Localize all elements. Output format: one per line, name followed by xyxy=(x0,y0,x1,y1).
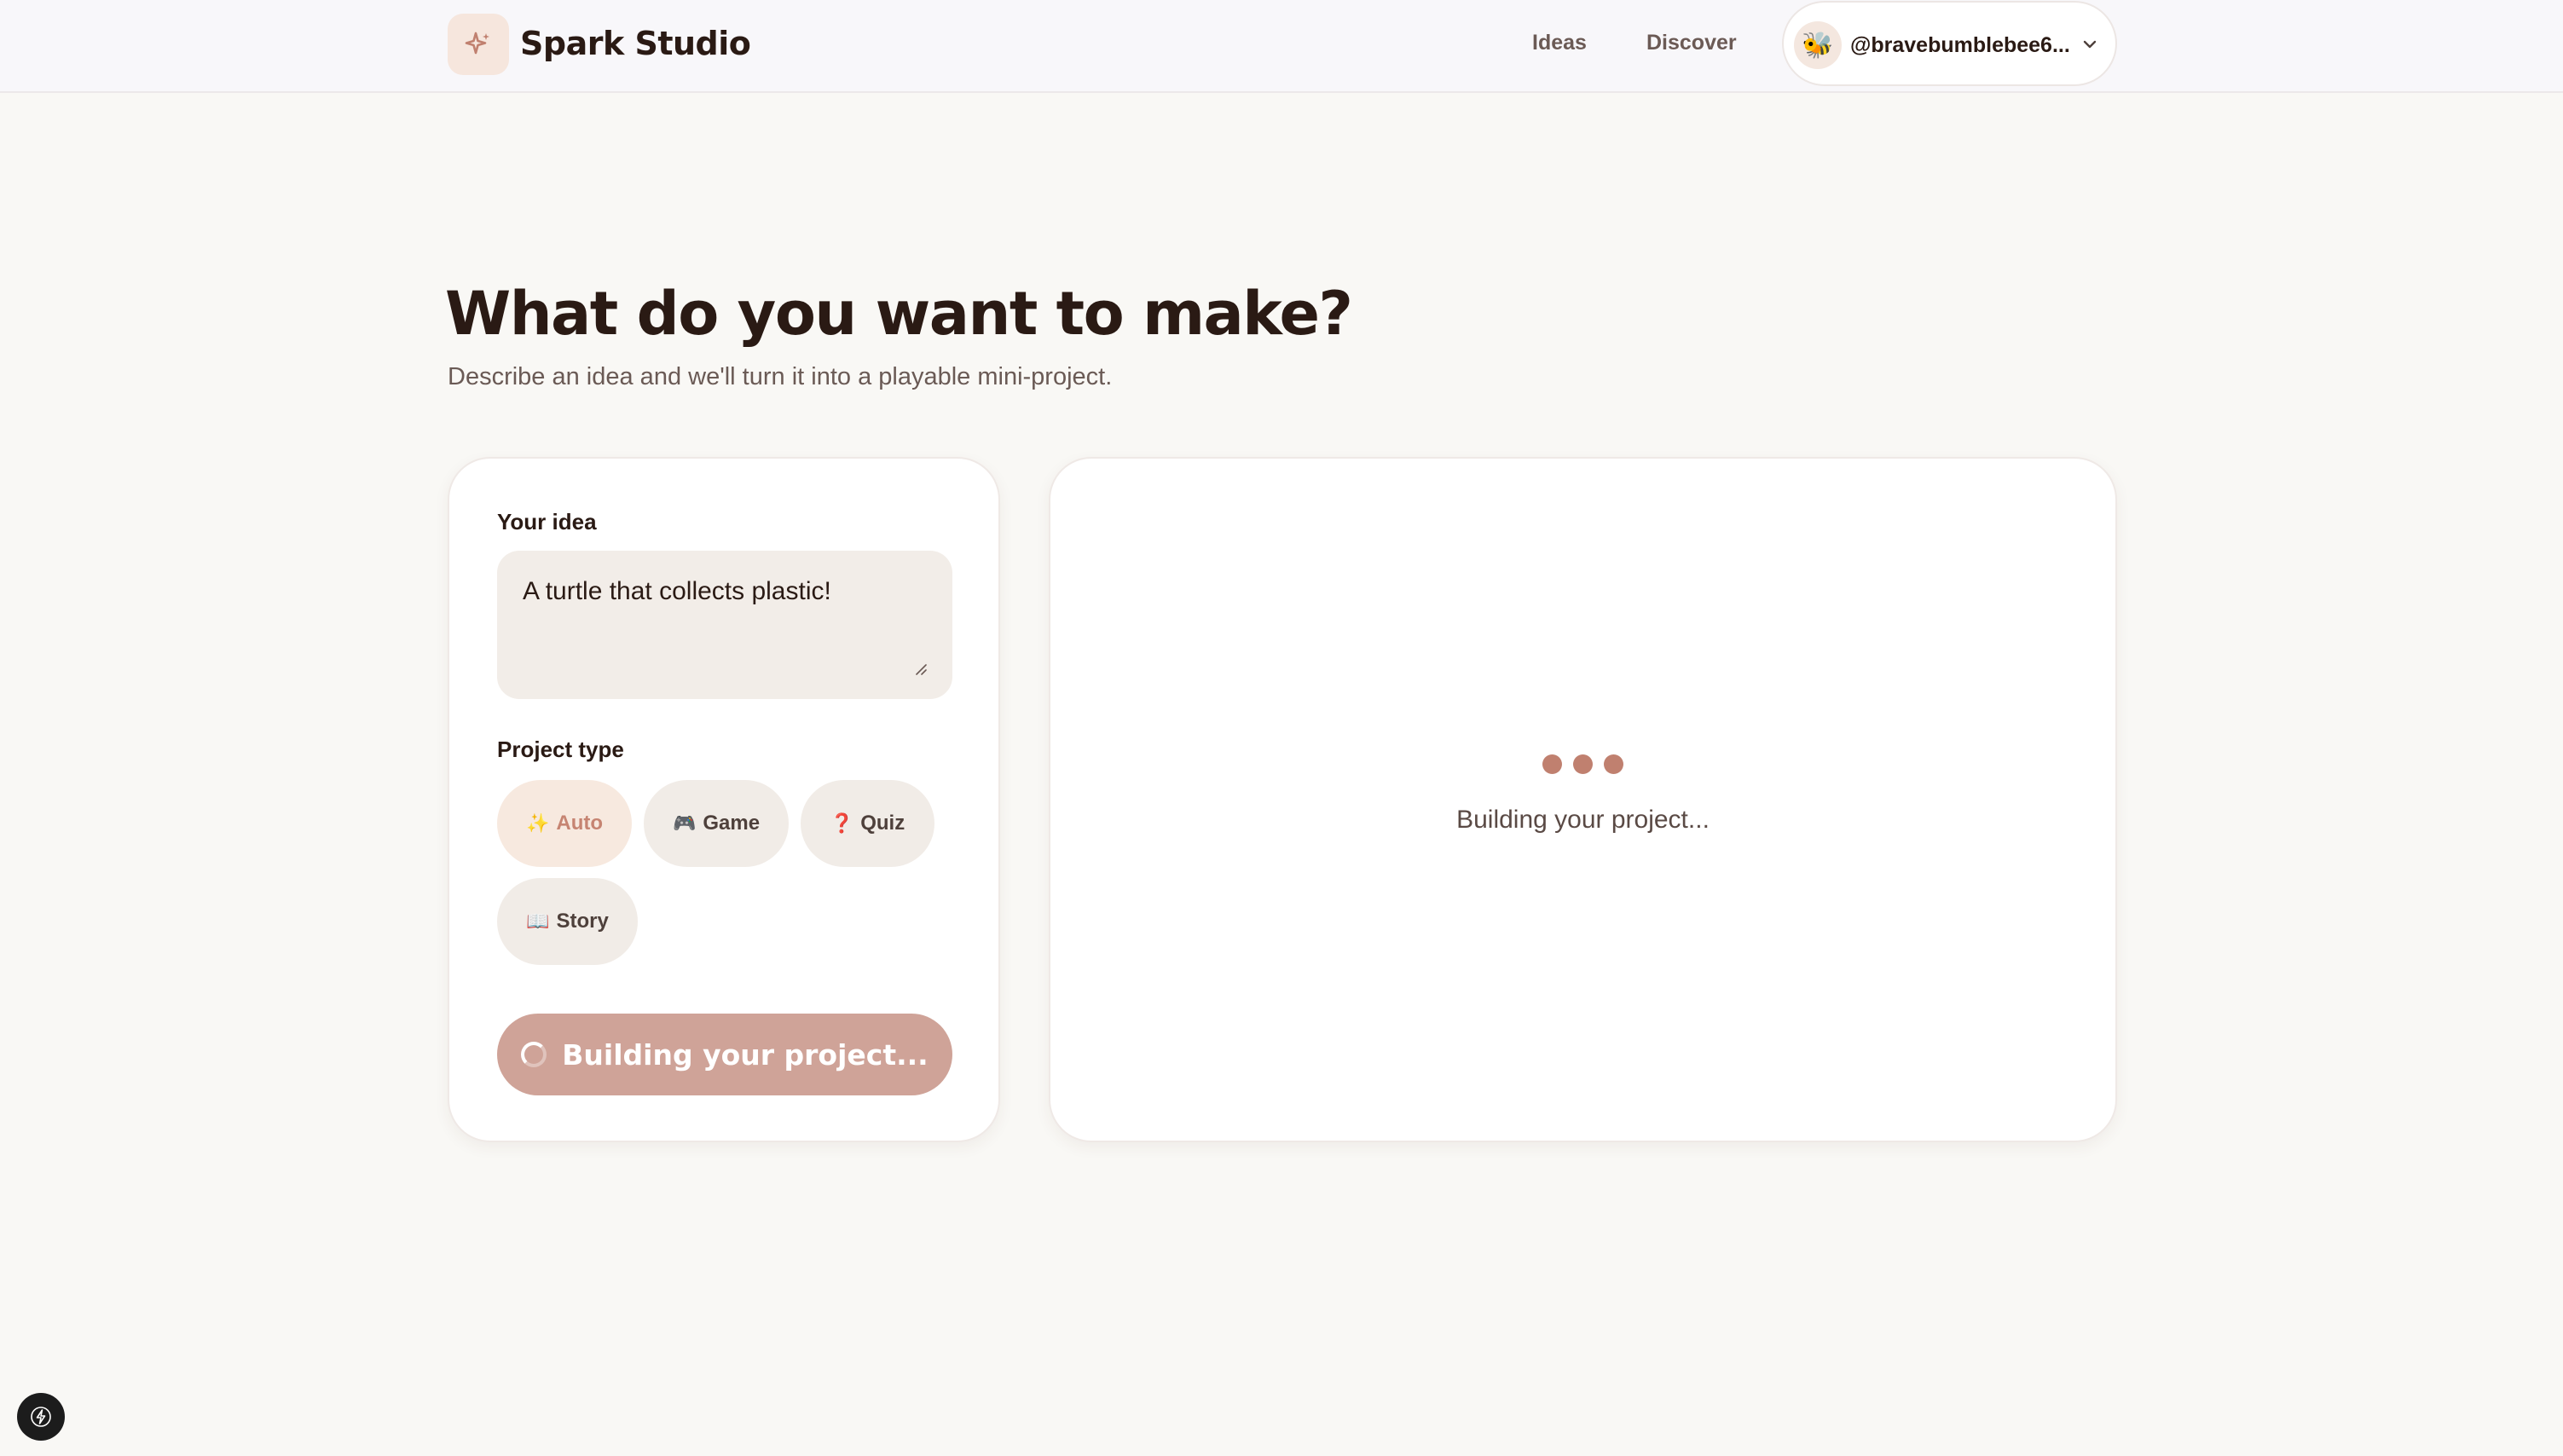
type-chip-story[interactable]: 📖 Story xyxy=(497,878,638,965)
nav-discover-link[interactable]: Discover xyxy=(1646,26,1737,60)
type-chip-game[interactable]: 🎮 Game xyxy=(644,780,789,867)
chip-label: Game xyxy=(703,812,761,835)
user-menu-button[interactable]: 🐝 @bravebumblebee6... xyxy=(1782,1,2117,86)
type-chip-auto[interactable]: ✨ Auto xyxy=(497,780,632,867)
top-navbar: Spark Studio Ideas Discover 🐝 @bravebumb… xyxy=(0,0,2563,93)
page-title: What do you want to make? xyxy=(445,279,1353,349)
avatar: 🐝 xyxy=(1794,21,1842,69)
loading-spinner-icon xyxy=(521,1042,547,1067)
preview-panel: Building your project... xyxy=(1049,457,2117,1142)
brand-name[interactable]: Spark Studio xyxy=(520,22,751,65)
username-label: @bravebumblebee6... xyxy=(1850,33,2070,57)
chip-label: Quiz xyxy=(860,812,905,835)
project-type-label: Project type xyxy=(497,737,624,762)
loading-dot xyxy=(1542,754,1562,774)
page-subtitle: Describe an idea and we'll turn it into … xyxy=(448,363,1113,390)
nav-ideas-link[interactable]: Ideas xyxy=(1532,26,1587,60)
chevron-down-icon xyxy=(2083,40,2097,49)
gamepad-icon: 🎮 xyxy=(672,812,697,834)
build-button-label: Building your project... xyxy=(562,1037,929,1072)
loading-dot xyxy=(1604,754,1623,774)
loading-dots-icon xyxy=(1542,754,1628,775)
type-chip-quiz[interactable]: ❓ Quiz xyxy=(801,780,934,867)
build-project-button[interactable]: Building your project... xyxy=(497,1014,952,1095)
book-icon: 📖 xyxy=(526,910,550,932)
resize-handle-icon[interactable] xyxy=(913,662,927,675)
question-mark-icon: ❓ xyxy=(830,812,854,834)
sparkles-icon: ✨ xyxy=(525,812,550,834)
loading-dot xyxy=(1573,754,1593,774)
idea-text-value: A turtle that collects plastic! xyxy=(523,577,831,605)
chip-label: Auto xyxy=(556,812,604,835)
idea-label: Your idea xyxy=(497,509,597,534)
spark-logo-icon[interactable] xyxy=(448,14,509,75)
chip-label: Story xyxy=(556,910,609,933)
idea-textarea[interactable]: A turtle that collects plastic! xyxy=(497,551,952,699)
loading-status-text: Building your project... xyxy=(1456,806,1710,834)
lightning-icon[interactable] xyxy=(17,1393,65,1441)
idea-form-card: Your idea A turtle that collects plastic… xyxy=(448,457,1000,1142)
